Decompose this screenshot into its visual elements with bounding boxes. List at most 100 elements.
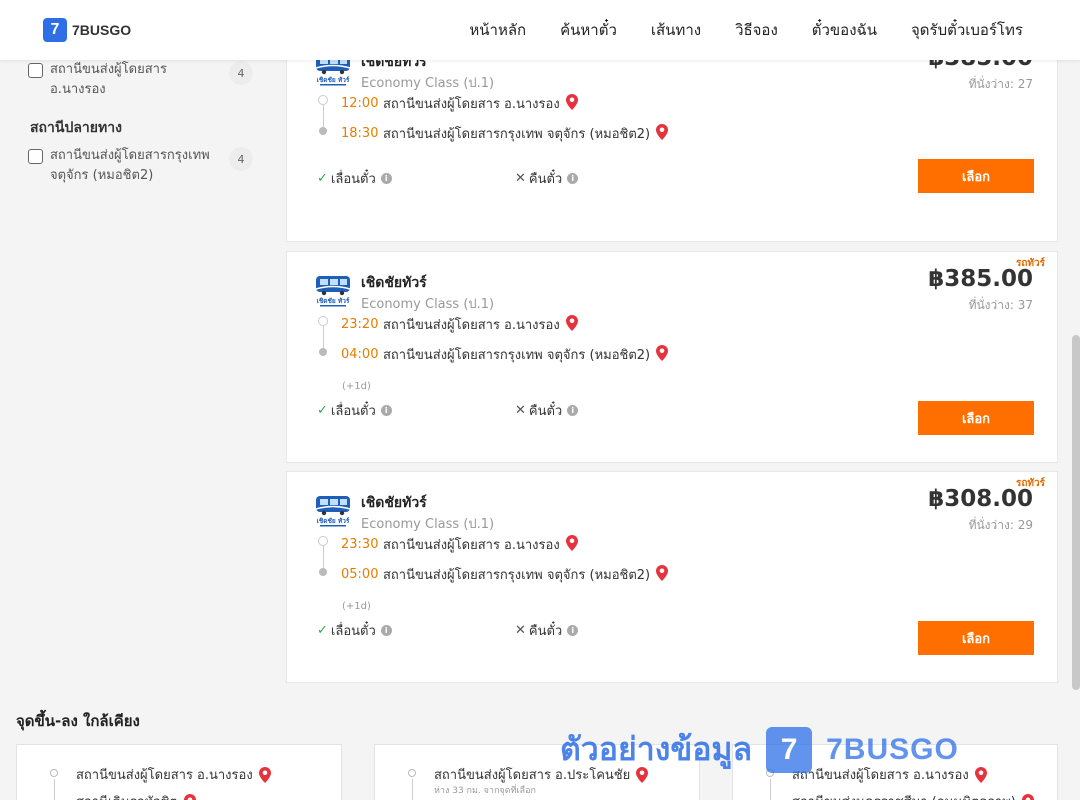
- select-trip-button[interactable]: เลือก: [918, 159, 1034, 193]
- operator-name: เชิดชัยทัวร์: [361, 275, 427, 291]
- nav-routes[interactable]: เส้นทาง: [651, 18, 701, 42]
- next-day-note: (+1d): [342, 601, 371, 612]
- destination-heading: สถานีปลายทาง: [30, 120, 122, 136]
- departure-stop: 23:20 สถานีขนส่งผู้โดยสาร อ.นางรอง: [341, 314, 578, 335]
- page-scrollbar[interactable]: [1072, 335, 1080, 690]
- cross-icon: ✕: [515, 623, 526, 638]
- stop-dot-icon: [766, 769, 774, 777]
- cross-icon: ✕: [515, 171, 526, 186]
- departure-time: 23:30: [341, 537, 379, 552]
- nearby-card[interactable]: สถานีขนส่งผู้โดยสาร อ.ประโคนชัย ห่าง 33 …: [374, 744, 700, 800]
- nav-my-tickets[interactable]: ตั๋วของฉัน: [812, 18, 877, 42]
- departure-stop: 23:30 สถานีขนส่งผู้โดยสาร อ.นางรอง: [341, 534, 578, 555]
- nav-how-to-book[interactable]: วิธีจอง: [735, 18, 778, 42]
- map-pin-icon: [656, 564, 669, 581]
- departure-station: สถานีขนส่งผู้โดยสาร อ.นางรอง: [383, 538, 560, 553]
- map-pin-icon: [258, 766, 271, 783]
- reschedule-feature[interactable]: ✓ เลื่อนตั๋ว i: [317, 620, 392, 641]
- arrival-time: 05:00: [341, 567, 379, 582]
- check-icon: ✓: [317, 171, 328, 186]
- nearby-stop-origin: สถานีขนส่งผู้โดยสาร อ.ประโคนชัย: [434, 764, 649, 785]
- site-logo[interactable]: 7 7BUSGO: [43, 18, 131, 42]
- refund-label: คืนตั๋ว: [528, 404, 563, 419]
- map-pin-icon: [183, 793, 196, 800]
- main-nav: หน้าหลัก ค้นหาตั๋ว เส้นทาง วิธีจอง ตั๋วข…: [469, 0, 1023, 60]
- refund-label: คืนตั๋ว: [528, 624, 563, 639]
- departure-stop: 12:00 สถานีขนส่งผู้โดยสาร อ.นางรอง: [341, 93, 578, 114]
- arrival-stop: 18:30 สถานีขนส่งผู้โดยสารกรุงเทพ จตุจักร …: [341, 123, 669, 144]
- nearby-card[interactable]: สถานีขนส่งผู้โดยสาร อ.นางรอง สถานีเดินรถ…: [16, 744, 342, 800]
- map-pin-icon: [656, 344, 669, 361]
- info-icon[interactable]: i: [380, 405, 392, 416]
- ticket-price: ฿385.00: [928, 266, 1033, 292]
- arrival-station: สถานีขนส่งผู้โดยสารกรุงเทพ จตุจักร (หมอช…: [383, 127, 651, 142]
- logo-mark: 7: [43, 18, 67, 42]
- select-trip-button[interactable]: เลือก: [918, 401, 1034, 435]
- trip-card[interactable]: เชิดชัย ทัวร์ เชิดชัยทัวร์ Economy Class (…: [286, 30, 1058, 242]
- reschedule-label: เลื่อนตั๋ว: [330, 172, 376, 187]
- cross-icon: ✕: [515, 403, 526, 418]
- bus-class: Economy Class (ป.1): [361, 297, 495, 312]
- nav-ticket-pickup[interactable]: จุดรับตั๋วเบอร์โทร: [911, 18, 1023, 42]
- arrival-station: สถานีขนส่งผู้โดยสารกรุงเทพ จตุจักร (หมอช…: [383, 348, 651, 363]
- map-pin-icon: [974, 766, 987, 783]
- operator-logo: เชิดชัย ทัวร์: [314, 272, 352, 308]
- destination-filter-label: สถานีขนส่งผู้โดยสารกรุงเทพ จตุจักร (หมอช…: [50, 148, 210, 183]
- destination-count-badge: 4: [229, 147, 253, 171]
- seats-available: ที่นั่งว่าง: 27: [968, 77, 1033, 91]
- nearby-stop-origin: สถานีขนส่งผู้โดยสาร อ.นางรอง: [792, 764, 987, 785]
- select-trip-button[interactable]: เลือก: [918, 621, 1034, 655]
- destination-filter-option[interactable]: สถานีขนส่งผู้โดยสารกรุงเทพ จตุจักร (หมอช…: [28, 146, 256, 186]
- arrive-dot-icon: [319, 348, 327, 356]
- depart-dot-icon: [318, 95, 328, 105]
- refund-feature[interactable]: ✕ คืนตั๋ว i: [515, 400, 579, 421]
- info-icon[interactable]: i: [567, 405, 579, 416]
- arrive-dot-icon: [319, 568, 327, 576]
- origin-filter-option[interactable]: สถานีขนส่งผู้โดยสาร อ.นางรอง 4: [28, 60, 256, 100]
- arrive-dot-icon: [319, 127, 327, 135]
- map-pin-icon: [1021, 793, 1034, 800]
- trip-card[interactable]: เชิดชัย ทัวร์ เชิดชัยทัวร์ Economy Class (…: [286, 471, 1058, 683]
- arrival-time: 18:30: [341, 126, 379, 141]
- trip-card[interactable]: เชิดชัย ทัวร์ เชิดชัยทัวร์ Economy Class (…: [286, 251, 1058, 463]
- nearby-stop-destination: สถานีเดินรถหัวชิต: [76, 791, 196, 800]
- info-icon[interactable]: i: [567, 625, 579, 636]
- destination-checkbox[interactable]: [28, 149, 43, 164]
- refund-feature[interactable]: ✕ คืนตั๋ว i: [515, 168, 579, 189]
- reschedule-label: เลื่อนตั๋ว: [330, 624, 376, 639]
- nearby-card[interactable]: สถานีขนส่งผู้โดยสาร อ.นางรอง สถานีขนส่งน…: [732, 744, 1058, 800]
- ticket-price: ฿308.00: [928, 486, 1033, 512]
- bus-class: Economy Class (ป.1): [361, 76, 495, 91]
- info-icon[interactable]: i: [380, 173, 392, 184]
- operator-name: เชิดชัยทัวร์: [361, 495, 427, 511]
- arrival-stop: 04:00 สถานีขนส่งผู้โดยสารกรุงเทพ จตุจักร …: [341, 344, 669, 365]
- reschedule-feature[interactable]: ✓ เลื่อนตั๋ว i: [317, 168, 392, 189]
- info-icon[interactable]: i: [567, 173, 579, 184]
- origin-checkbox[interactable]: [28, 63, 43, 78]
- refund-feature[interactable]: ✕ คืนตั๋ว i: [515, 620, 579, 641]
- filter-sidebar: สถานีขนส่งผู้โดยสาร อ.นางรอง 4 สถานีปลาย…: [28, 60, 256, 186]
- nav-search-ticket[interactable]: ค้นหาตั๋ว: [560, 18, 617, 42]
- map-pin-icon: [656, 123, 669, 140]
- info-icon[interactable]: i: [380, 625, 392, 636]
- map-pin-icon: [636, 766, 649, 783]
- reschedule-feature[interactable]: ✓ เลื่อนตั๋ว i: [317, 400, 392, 421]
- arrival-station: สถานีขนส่งผู้โดยสารกรุงเทพ จตุจักร (หมอช…: [383, 568, 651, 583]
- route-line: [770, 779, 771, 800]
- check-icon: ✓: [317, 623, 328, 638]
- map-pin-icon: [565, 314, 578, 331]
- nearby-stop-destination: สถานีขนส่งนครราชสีมา (ถนนมิตรภาพ): [792, 791, 1034, 800]
- map-pin-icon: [565, 93, 578, 110]
- top-header: 7 7BUSGO หน้าหลัก ค้นหาตั๋ว เส้นทาง วิธี…: [0, 0, 1080, 60]
- departure-station: สถานีขนส่งผู้โดยสาร อ.นางรอง: [383, 97, 560, 112]
- nav-home[interactable]: หน้าหลัก: [469, 18, 526, 42]
- origin-count-badge: 4: [229, 61, 253, 85]
- origin-filter-label: สถานีขนส่งผู้โดยสาร อ.นางรอง: [50, 62, 167, 97]
- seats-available: ที่นั่งว่าง: 29: [968, 518, 1033, 532]
- logo-caption: เชิดชัย ทัวร์: [317, 76, 350, 84]
- nearby-distance-note: ห่าง 33 กม. จากจุดที่เลือก: [434, 786, 536, 796]
- route-line: [54, 779, 55, 800]
- nearby-section-title: จุดขึ้น-ลง ใกล้เคียง: [16, 712, 140, 730]
- route-line: [412, 779, 413, 800]
- depart-dot-icon: [318, 316, 328, 326]
